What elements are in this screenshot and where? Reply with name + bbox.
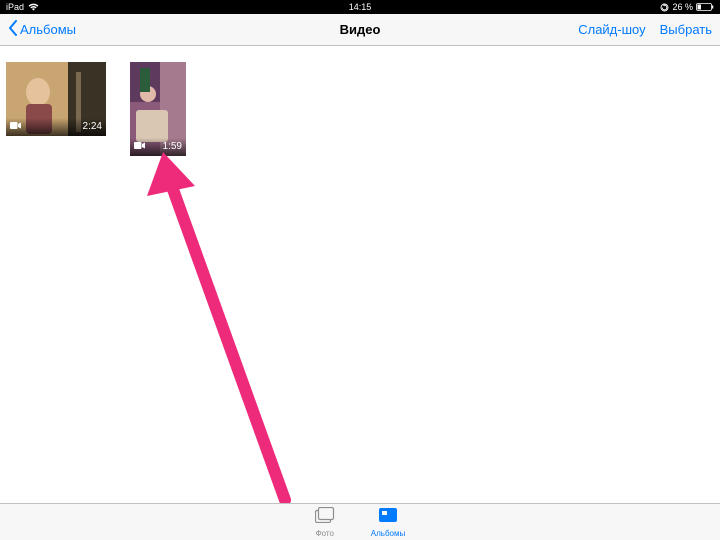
page-title: Видео [340,22,381,37]
battery-percent: 26 % [672,2,693,12]
photos-icon [315,507,335,528]
thumbnail-overlay: 2:24 [6,118,106,136]
video-icon [134,141,145,152]
tab-bar: Фото Альбомы [0,503,720,540]
thumbnail-overlay: 1:59 [130,138,186,156]
select-button[interactable]: Выбрать [660,22,712,37]
back-label: Альбомы [20,22,76,37]
status-time: 14:15 [349,2,372,12]
tab-photos[interactable]: Фото [315,507,335,538]
tab-albums[interactable]: Альбомы [371,507,405,538]
battery-icon [696,3,714,11]
navigation-bar: Альбомы Видео Слайд-шоу Выбрать [0,14,720,46]
tab-label: Фото [316,529,334,538]
slideshow-button[interactable]: Слайд-шоу [578,22,645,37]
video-thumbnail[interactable]: 1:59 [130,62,186,156]
tab-label: Альбомы [371,529,405,538]
rotation-lock-icon [660,3,669,12]
device-label: iPad [6,2,24,12]
wifi-icon [28,3,39,11]
video-duration: 1:59 [163,141,182,152]
albums-icon [378,507,398,528]
back-button[interactable]: Альбомы [8,20,76,39]
status-bar: iPad 14:15 26 % [0,0,720,14]
video-thumbnail[interactable]: 2:24 [6,62,106,136]
video-icon [10,121,21,132]
chevron-left-icon [8,20,18,39]
video-grid: 2:24 1:59 [0,46,720,172]
video-duration: 2:24 [83,121,102,132]
annotation-arrow [130,140,330,510]
